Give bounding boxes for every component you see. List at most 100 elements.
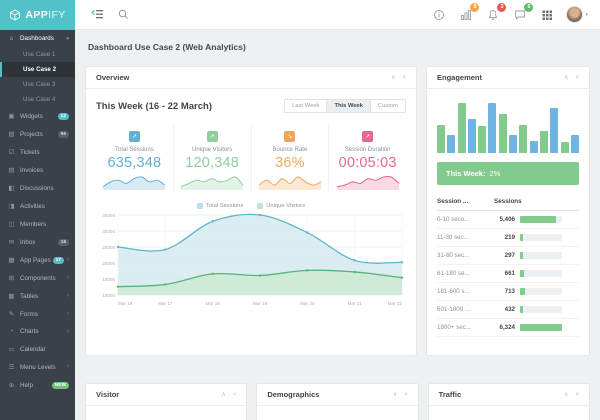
sidebar-item-discussions[interactable]: ◧Discussions — [0, 179, 75, 197]
sidebar-badge: 18 — [58, 239, 69, 246]
sidebar-item-charts[interactable]: ◔Charts‹ — [0, 323, 75, 340]
stats-badge: 8 — [470, 3, 479, 12]
sidebar-nav: ⌂Dashboards▾Use Case 1Use Case 2Use Case… — [0, 30, 75, 420]
collapse-icon[interactable]: ∧ — [564, 392, 568, 398]
spark-bounce-rate — [258, 175, 322, 191]
range-button-custom[interactable]: Custom — [370, 99, 406, 113]
sidebar-item-components[interactable]: ⊞ Components ‹ — [0, 269, 75, 287]
trend-down-icon: ↘ — [284, 131, 295, 142]
range-button-this-week[interactable]: This Week — [326, 99, 371, 113]
banner-label: This Week: — [446, 169, 485, 178]
bottom-panels-row: Visitor∧×Demographics∧×Traffic∧× — [85, 383, 590, 420]
engagement-bar — [447, 135, 455, 153]
engagement-panel: Engagement ∧ × This Week: 2% Session ...… — [426, 66, 590, 356]
components-icon: ⊞ — [7, 274, 16, 282]
charts-icon: ◔ — [7, 328, 16, 335]
sidebar-item-activities[interactable]: ◨Activities — [0, 197, 75, 215]
main-content: Dashboard Use Case 2 (Web Analytics) Ove… — [75, 30, 600, 420]
sidebar-item-forms[interactable]: ✎Forms‹ — [0, 305, 75, 323]
sidebar-item-members[interactable]: ◫Members — [0, 215, 75, 233]
close-icon[interactable]: × — [233, 392, 237, 398]
collapse-icon[interactable]: ∧ — [393, 392, 397, 398]
search-icon[interactable] — [113, 5, 133, 25]
sidebar-item-app-pages[interactable]: ▩App Pages17‹ — [0, 251, 75, 269]
sidebar-item-tables[interactable]: ▦Tables‹ — [0, 287, 75, 305]
spark-session-duration — [336, 175, 400, 191]
collapse-icon[interactable]: ∧ — [221, 392, 225, 398]
sidebar-item-use-case-2[interactable]: Use Case 2 — [0, 62, 75, 77]
sidebar-item-label: App Pages — [20, 257, 51, 264]
engagement-bar — [478, 126, 486, 153]
chevron-left-icon: ‹ — [67, 275, 69, 281]
sidebar-item-dashboards[interactable]: ⌂Dashboards▾ — [0, 30, 75, 47]
session-count: 661 — [489, 270, 515, 277]
engagement-bar — [530, 141, 538, 153]
table-row: 11-30 sec...219 — [437, 229, 579, 247]
sidebar-item-widgets[interactable]: ▣Widgets12 — [0, 107, 75, 125]
engagement-bar — [540, 131, 548, 153]
messages-icon[interactable]: 5 — [512, 7, 528, 23]
sidebar-toggle-icon[interactable] — [87, 5, 107, 25]
logo[interactable]: APPIFY — [0, 0, 75, 30]
session-range: 1800+ sec... — [437, 324, 489, 331]
legend-item-total-sessions: Total Sessions — [197, 203, 243, 209]
stat-card-bounce-rate: ↘Bounce Rate36% — [252, 123, 330, 191]
close-icon[interactable]: × — [404, 392, 408, 398]
session-range: 61-180 se... — [437, 270, 489, 277]
stat-card-unique-visitors: ↗Unique Visitors120,348 — [174, 123, 252, 191]
svg-text:Mar 18: Mar 18 — [206, 301, 221, 306]
table-row: 181-600 s...713 — [437, 283, 579, 301]
session-range: 11-30 sec... — [437, 234, 489, 241]
close-icon[interactable]: × — [402, 75, 406, 81]
close-icon[interactable]: × — [575, 75, 579, 81]
engagement-panel-title: Engagement — [437, 73, 482, 82]
sidebar-item-label: Tables — [20, 293, 38, 300]
session-count: 5,406 — [489, 216, 515, 223]
notifications-bell-icon[interactable]: 3 — [485, 7, 501, 23]
chevron-left-icon: ‹ — [67, 293, 69, 299]
stat-label: Total Sessions — [100, 147, 169, 153]
info-icon[interactable] — [431, 7, 447, 23]
sidebar-item-inbox[interactable]: ✉Inbox18 — [0, 233, 75, 251]
collapse-icon[interactable]: ∧ — [391, 75, 395, 81]
session-bar — [515, 270, 579, 277]
stats-icon[interactable]: 8 — [458, 7, 474, 23]
legend-swatch — [197, 203, 203, 209]
sidebar-item-use-case-1[interactable]: Use Case 1 — [0, 47, 75, 62]
apps-grid-icon[interactable] — [539, 7, 555, 23]
visitor-panel-title: Visitor — [96, 390, 119, 399]
page-title: Dashboard Use Case 2 (Web Analytics) — [88, 42, 590, 52]
sidebar-item-use-case-3[interactable]: Use Case 3 — [0, 77, 75, 92]
sidebar-item-menu-levels[interactable]: ☰Menu Levels‹ — [0, 358, 75, 376]
stat-value: 00:05:03 — [333, 155, 402, 171]
stat-value: 635,348 — [100, 155, 169, 171]
sidebar-item-tickets[interactable]: ☑Tickets — [0, 143, 75, 161]
sidebar-item-label: Widgets — [20, 113, 43, 120]
sidebar-item-calendar[interactable]: ▭Calendar — [0, 340, 75, 358]
sidebar-item-label: Forms — [20, 311, 38, 318]
app-root: APPIFY — [0, 0, 600, 420]
app-pages-icon: ▩ — [7, 256, 16, 264]
engagement-bar — [519, 125, 527, 153]
stat-card-total-sessions: ↗Total Sessions635,348 — [96, 123, 174, 191]
session-bar — [515, 324, 579, 331]
trend-up-icon: ↗ — [362, 131, 373, 142]
close-icon[interactable]: × — [575, 392, 579, 398]
engagement-bar — [571, 135, 579, 153]
caret-down-icon: ▾ — [66, 36, 69, 42]
sidebar-item-projects[interactable]: ▧Projects56 — [0, 125, 75, 143]
svg-text:Mar 17: Mar 17 — [158, 301, 173, 306]
engagement-bar — [468, 119, 476, 153]
collapse-icon[interactable]: ∧ — [564, 75, 568, 81]
topbar: 8 3 5 — [75, 0, 600, 29]
sidebar-item-use-case-4[interactable]: Use Case 4 — [0, 92, 75, 107]
sidebar-item-help[interactable]: ⊕HelpNEW — [0, 376, 75, 394]
home-icon: ⌂ — [7, 35, 16, 42]
user-menu[interactable]: ▾ — [566, 6, 588, 23]
range-button-last-week[interactable]: Last Week — [284, 99, 327, 113]
sidebar-item-label: Components — [20, 275, 56, 282]
stat-value: 36% — [256, 155, 325, 171]
sidebar-badge: NEW — [52, 382, 69, 389]
sidebar-item-invoices[interactable]: ▤Invoices — [0, 161, 75, 179]
session-count: 219 — [489, 234, 515, 241]
